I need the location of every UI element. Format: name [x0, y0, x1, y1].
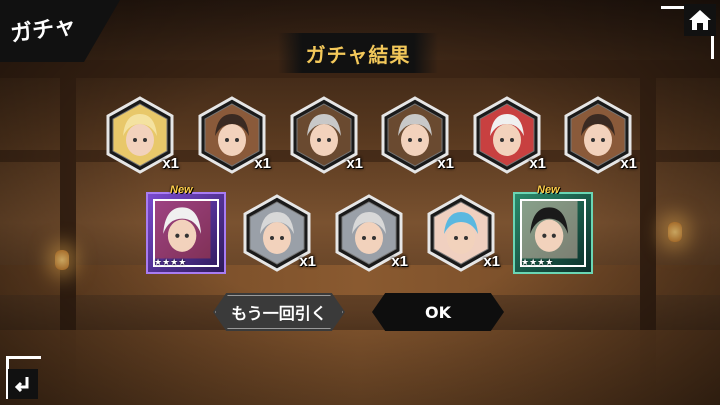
rarity-stars: ★★★★: [521, 258, 554, 268]
result-card-armored-dwarf[interactable]: x1: [380, 96, 454, 174]
result-card-armored-dwarf[interactable]: x1: [289, 96, 363, 174]
result-card-new-black-hair-girl[interactable]: New ★★★★: [513, 184, 593, 274]
page-title: ガチャ結果: [305, 42, 411, 67]
new-badge: New: [537, 184, 560, 196]
draw-again-label: もう一回引く: [231, 304, 327, 323]
quantity-label: x1: [346, 155, 363, 172]
quantity-label: x1: [529, 155, 546, 172]
ok-label: OK: [425, 302, 451, 322]
quantity-label: x1: [254, 155, 271, 172]
quantity-label: x1: [483, 253, 500, 270]
quantity-label: x1: [391, 253, 408, 270]
quantity-label: x1: [299, 253, 316, 270]
result-card-silver-hair-man[interactable]: x1: [334, 194, 408, 272]
result-card-new-white-hair-boy[interactable]: New ★★★★: [146, 184, 226, 274]
rarity-stars: ★★★★: [154, 258, 187, 268]
page-title-banner: ガチャ結果: [278, 33, 438, 73]
result-card-silver-hair-man[interactable]: x1: [242, 194, 316, 272]
result-card-blonde-girl[interactable]: x1: [105, 96, 179, 174]
home-icon: [684, 4, 716, 36]
ok-button[interactable]: OK: [372, 293, 504, 331]
card-inner-frame: [153, 199, 219, 267]
home-button[interactable]: [658, 0, 720, 62]
screen-label-text: ガチャ: [8, 12, 78, 48]
result-card-blue-hair-girl[interactable]: x1: [426, 194, 500, 272]
draw-again-button[interactable]: もう一回引く: [213, 293, 345, 331]
new-badge: New: [170, 184, 193, 196]
back-icon: [8, 369, 38, 399]
quantity-label: x1: [162, 155, 179, 172]
result-card-dark-hair-girl[interactable]: x1: [563, 96, 637, 174]
quantity-label: x1: [620, 155, 637, 172]
result-card-white-hair-boy[interactable]: x1: [472, 96, 546, 174]
result-card-dark-hair-girl[interactable]: x1: [197, 96, 271, 174]
card-inner-frame: [520, 199, 586, 267]
quantity-label: x1: [437, 155, 454, 172]
back-button[interactable]: [0, 343, 62, 405]
